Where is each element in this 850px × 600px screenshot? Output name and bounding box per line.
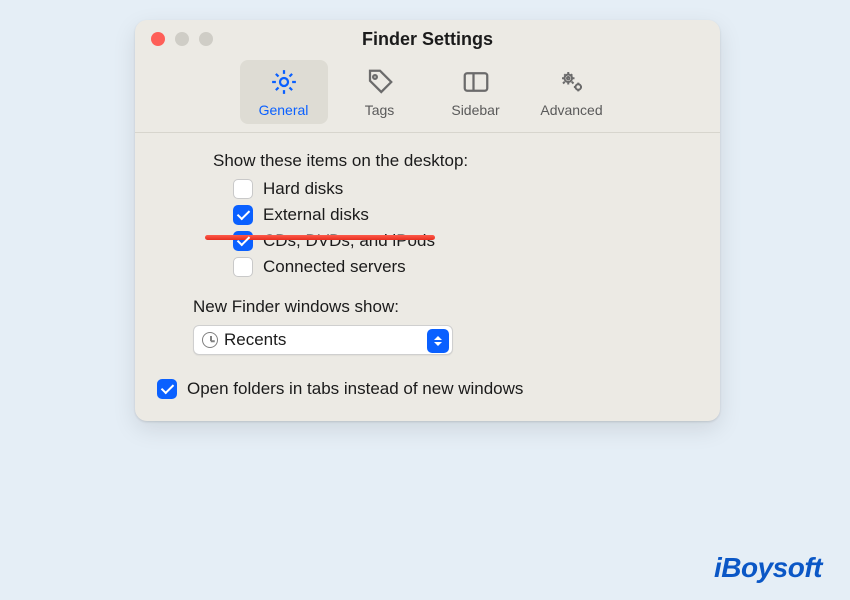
close-window-button[interactable] xyxy=(151,32,165,46)
titlebar: Finder Settings xyxy=(135,20,720,58)
tab-label: Sidebar xyxy=(451,102,499,118)
new-windows-heading: New Finder windows show: xyxy=(193,297,698,317)
checkbox-label: Hard disks xyxy=(263,179,343,199)
tab-label: General xyxy=(259,102,309,118)
tag-icon xyxy=(365,67,395,100)
checkbox-label: CDs, DVDs, and iPods xyxy=(263,231,435,251)
tab-sidebar[interactable]: Sidebar xyxy=(432,60,520,124)
desktop-items-heading: Show these items on the desktop: xyxy=(213,151,698,171)
gears-icon xyxy=(557,67,587,100)
checkbox-row-connected-servers: Connected servers xyxy=(233,257,698,277)
checkbox-cds-dvds-ipods[interactable] xyxy=(233,231,253,251)
checkbox-connected-servers[interactable] xyxy=(233,257,253,277)
checkbox-row-cds-dvds-ipods: CDs, DVDs, and iPods xyxy=(233,231,698,251)
tab-label: Tags xyxy=(365,102,395,118)
zoom-window-button[interactable] xyxy=(199,32,213,46)
finder-settings-window: Finder Settings General Tags xyxy=(135,20,720,421)
checkbox-label: External disks xyxy=(263,205,369,225)
new-windows-section: New Finder windows show: Recents xyxy=(193,297,698,355)
tab-tags[interactable]: Tags xyxy=(336,60,424,124)
checkbox-external-disks[interactable] xyxy=(233,205,253,225)
open-in-tabs-row: Open folders in tabs instead of new wind… xyxy=(157,379,698,399)
tab-label: Advanced xyxy=(540,102,602,118)
checkbox-row-external-disks: External disks xyxy=(233,205,698,225)
clock-icon xyxy=(202,332,218,348)
new-windows-select[interactable]: Recents xyxy=(193,325,453,355)
settings-tabs-toolbar: General Tags Sidebar xyxy=(135,58,720,132)
watermark-logo: iBoysoft xyxy=(714,552,822,584)
gear-icon xyxy=(269,67,299,100)
checkbox-hard-disks[interactable] xyxy=(233,179,253,199)
tab-advanced[interactable]: Advanced xyxy=(528,60,616,124)
checkbox-row-hard-disks: Hard disks xyxy=(233,179,698,199)
window-controls xyxy=(151,32,213,46)
window-title: Finder Settings xyxy=(362,29,493,50)
checkbox-label: Connected servers xyxy=(263,257,406,277)
chevron-up-down-icon xyxy=(427,329,449,353)
general-pane: Show these items on the desktop: Hard di… xyxy=(135,133,720,421)
tab-general[interactable]: General xyxy=(240,60,328,124)
checkbox-open-in-tabs[interactable] xyxy=(157,379,177,399)
sidebar-icon xyxy=(461,67,491,100)
minimize-window-button[interactable] xyxy=(175,32,189,46)
desktop-items-list: Hard disks External disks CDs, DVDs, and… xyxy=(233,179,698,277)
select-value: Recents xyxy=(224,330,286,350)
checkbox-label: Open folders in tabs instead of new wind… xyxy=(187,379,523,399)
